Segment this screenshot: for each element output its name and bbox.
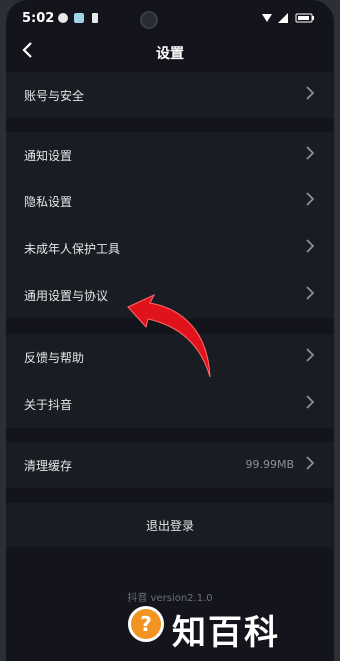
settings-item-account-security[interactable]: 账号与安全 [6, 72, 334, 118]
chevron-right-icon [306, 394, 315, 413]
settings-item-label: 账号与安全 [24, 89, 85, 103]
sim-icon [92, 13, 98, 23]
nav-bar: 设置 [6, 38, 334, 70]
chevron-right-icon [306, 238, 315, 257]
chevron-right-icon [306, 285, 315, 304]
phone-screen: 5:02 设置 账号与安全 通知设置 隐私设置 未成年人保护工具 通用设置与协议… [6, 0, 334, 661]
app-notification-icon [74, 13, 84, 23]
settings-item-label: 反馈与帮助 [24, 351, 85, 365]
front-camera [140, 11, 158, 29]
question-mark-icon: ? [128, 606, 164, 642]
settings-group-cache: 清理缓存 99.99MB [6, 442, 334, 488]
chevron-right-icon [306, 455, 315, 474]
annotation-arrow-icon [127, 293, 211, 378]
settings-item-privacy[interactable]: 隐私设置 [6, 178, 334, 224]
settings-item-label: 未成年人保护工具 [24, 242, 121, 256]
watermark-logo: ? 知百科 [128, 603, 333, 653]
watermark-text: 知百科 [172, 613, 280, 653]
chevron-right-icon [306, 85, 315, 104]
wifi-icon [262, 14, 272, 22]
settings-item-label: 隐私设置 [24, 195, 73, 209]
settings-item-label: 清理缓存 [24, 459, 73, 473]
status-icons [260, 11, 320, 28]
settings-item-label: 通知设置 [24, 149, 73, 163]
status-bar: 5:02 [6, 0, 334, 38]
logout-label: 退出登录 [145, 519, 194, 533]
settings-item-label: 通用设置与协议 [24, 289, 109, 303]
chevron-right-icon [306, 191, 315, 210]
settings-item-minor-protection[interactable]: 未成年人保护工具 [6, 225, 334, 271]
logout-button[interactable]: 退出登录 [6, 503, 334, 547]
page-title: 设置 [156, 46, 184, 62]
status-time: 5:02 [22, 11, 55, 26]
settings-item-label: 关于抖音 [24, 398, 73, 412]
settings-item-notifications[interactable]: 通知设置 [6, 132, 334, 178]
chevron-right-icon [306, 347, 315, 366]
version-text: 抖音 version2.1.0 [127, 593, 213, 604]
cache-size-value: 99.99MB [245, 458, 294, 471]
chevron-right-icon [306, 145, 315, 164]
notification-icon [58, 13, 68, 23]
settings-group-general: 通知设置 隐私设置 未成年人保护工具 通用设置与协议 [6, 132, 334, 318]
settings-group-account: 账号与安全 [6, 72, 334, 118]
settings-item-about[interactable]: 关于抖音 [6, 381, 334, 427]
signal-icon [278, 13, 288, 23]
settings-item-clear-cache[interactable]: 清理缓存 99.99MB [6, 442, 334, 488]
